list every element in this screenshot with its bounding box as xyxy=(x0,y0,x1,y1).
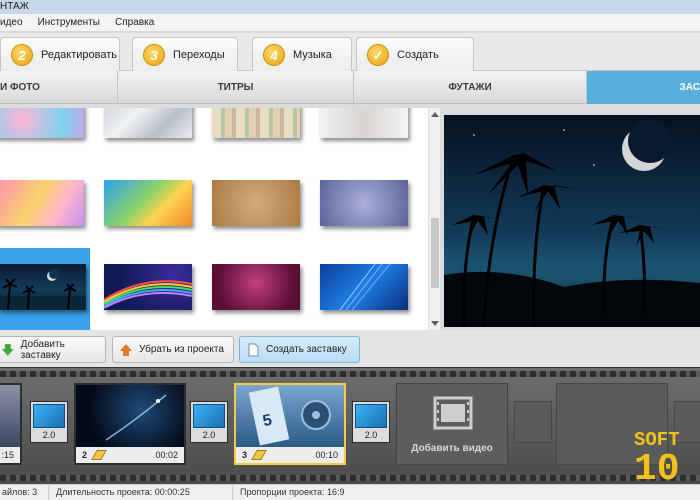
gallery-thumbnail[interactable] xyxy=(320,264,408,310)
edit-pencil-icon[interactable] xyxy=(251,450,267,460)
sub-tab-row: И ФОТО ТИТРЫ ФУТАЖИ ЗАС xyxy=(0,71,700,104)
add-intro-button[interactable]: Добавить заставку xyxy=(0,336,106,363)
tab-create[interactable]: ✓ Создать xyxy=(356,37,474,71)
subtab-footage[interactable]: ФУТАЖИ xyxy=(354,71,587,104)
svg-text:10: 10 xyxy=(634,448,680,487)
preview-player xyxy=(444,115,700,327)
step-badge: 2 xyxy=(11,43,33,66)
subtab-intros[interactable]: ЗАС xyxy=(587,71,700,104)
gallery-thumbnail[interactable] xyxy=(104,264,192,310)
button-label: Убрать из проекта xyxy=(139,344,224,355)
gallery-thumbnail[interactable] xyxy=(0,108,84,138)
film-strip-icon xyxy=(433,396,473,430)
remove-arrow-icon xyxy=(120,343,132,356)
transition-1[interactable]: 2.0 xyxy=(30,401,68,443)
subtab-titles[interactable]: ТИТРЫ xyxy=(118,71,354,104)
film-perforation-top xyxy=(0,371,700,377)
menu-video[interactable]: идео xyxy=(0,14,23,32)
subtab-photo[interactable]: И ФОТО xyxy=(0,71,118,104)
gallery-item-selected[interactable] xyxy=(0,248,90,330)
transition-thumbnail xyxy=(33,404,65,428)
main-tab-row: 2 Редактировать 3 Переходы 4 Музыка ✓ Со… xyxy=(0,33,700,71)
transition-3[interactable]: 2.0 xyxy=(352,401,390,443)
status-aspect-ratio: Пропорции проекта: 16:9 xyxy=(240,487,345,497)
clip-number: 3 xyxy=(242,450,248,460)
intro-gallery xyxy=(0,108,428,330)
window-title: НТАЖ xyxy=(0,1,29,12)
status-project-duration: Длительность проекта: 00:00:25 xyxy=(56,487,190,497)
gallery-thumbnail[interactable] xyxy=(104,108,192,138)
button-label: Добавить заставку xyxy=(20,338,65,361)
tab-transitions[interactable]: 3 Переходы xyxy=(132,37,238,71)
film-perforation-bottom xyxy=(0,475,700,481)
menu-bar: идео Инструменты Справка xyxy=(0,14,700,32)
gallery-thumbnail[interactable] xyxy=(212,180,300,226)
checkmark-icon: ✓ xyxy=(367,43,389,66)
night-palms-image xyxy=(0,269,86,310)
tab-label: Редактировать xyxy=(41,48,117,61)
edit-pencil-icon[interactable] xyxy=(91,450,107,460)
tab-music[interactable]: 4 Музыка xyxy=(252,37,352,71)
film-reel-clip-image: 5 xyxy=(248,386,331,446)
status-divider xyxy=(48,485,49,500)
transition-2[interactable]: 2.0 xyxy=(190,401,228,443)
transition-thumbnail xyxy=(193,404,225,428)
menu-help[interactable]: Справка xyxy=(115,14,154,32)
empty-transition-slot[interactable] xyxy=(514,401,552,443)
clip-number: 2 xyxy=(82,450,88,460)
status-divider xyxy=(232,485,233,500)
action-button-row: Добавить заставку Убрать из проекта Созд… xyxy=(0,330,700,367)
scroll-up-arrow-icon[interactable] xyxy=(431,112,439,117)
clip-duration: :15 xyxy=(1,450,14,460)
gallery-scrollbar[interactable] xyxy=(428,108,440,330)
scroll-down-arrow-icon[interactable] xyxy=(431,321,439,326)
status-bar: айлов: 3 Длительность проекта: 00:00:25 … xyxy=(0,484,700,500)
blue-rays-image xyxy=(339,264,391,310)
add-video-label: Добавить видео xyxy=(411,443,493,454)
timeline-clip-1[interactable]: :15 xyxy=(0,383,22,465)
tab-edit[interactable]: 2 Редактировать xyxy=(0,37,120,71)
gallery-thumbnail[interactable] xyxy=(104,180,192,226)
step-badge: 4 xyxy=(263,43,285,66)
menu-tools[interactable]: Инструменты xyxy=(38,14,100,32)
soft10-logo: SOFT 10 xyxy=(634,429,680,487)
sparkle-clip-image xyxy=(105,394,167,441)
clip-duration: 00:10 xyxy=(315,450,338,460)
scrollbar-thumb[interactable] xyxy=(431,218,439,288)
tab-label: Музыка xyxy=(293,48,332,61)
gallery-thumbnail[interactable] xyxy=(212,108,300,138)
transition-duration: 2.0 xyxy=(42,430,56,440)
gallery-thumbnail[interactable] xyxy=(320,180,408,226)
status-file-count: айлов: 3 xyxy=(2,487,38,497)
preview-night-palms-image xyxy=(444,115,700,327)
transition-duration: 2.0 xyxy=(202,430,216,440)
window-title-bar: НТАЖ xyxy=(0,0,700,14)
gallery-thumbnail[interactable] xyxy=(0,180,84,226)
gallery-thumbnail[interactable] xyxy=(212,264,300,310)
new-document-icon xyxy=(248,343,259,356)
add-video-slot[interactable]: Добавить видео xyxy=(396,383,508,465)
remove-from-project-button[interactable]: Убрать из проекта xyxy=(112,336,234,363)
gallery-thumbnail[interactable] xyxy=(320,108,408,138)
timeline-clip-3-selected[interactable]: 5 3 00:10 xyxy=(234,383,346,465)
gallery-thumbnail[interactable] xyxy=(0,264,86,310)
storyboard-timeline: :15 2.0 2 00:02 2.0 5 3 00:10 2.0 Добави… xyxy=(0,367,700,484)
tab-label: Создать xyxy=(397,48,439,61)
transition-thumbnail xyxy=(355,404,387,428)
create-intro-button[interactable]: Создать заставку xyxy=(239,336,360,363)
step-badge: 3 xyxy=(143,43,165,66)
tab-label: Переходы xyxy=(173,48,225,61)
timeline-clip-2[interactable]: 2 00:02 xyxy=(74,383,186,465)
clip-duration: 00:02 xyxy=(155,450,178,460)
rainbow-swoosh-image xyxy=(104,280,192,309)
transition-duration: 2.0 xyxy=(364,430,378,440)
button-label: Создать заставку xyxy=(266,344,347,355)
add-arrow-icon xyxy=(1,343,14,356)
